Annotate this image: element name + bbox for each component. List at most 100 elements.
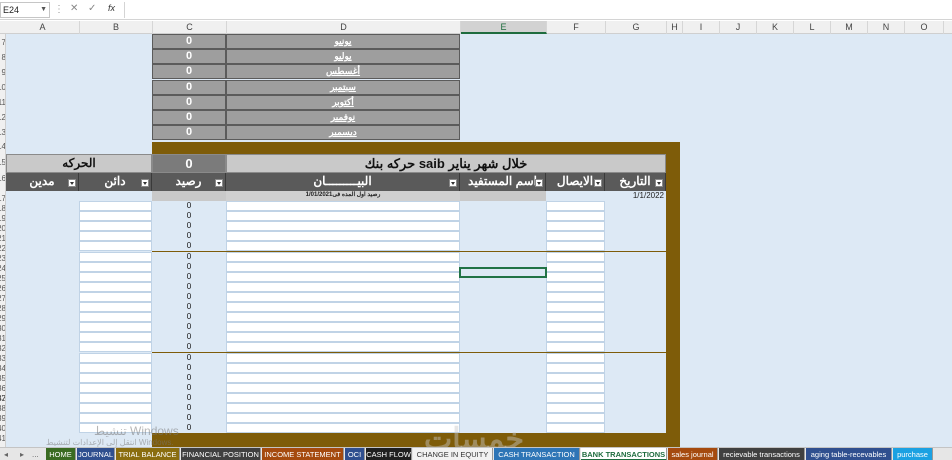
cell[interactable] (6, 413, 79, 424)
title-cell[interactable]: حركه بنك saib خلال شهر يناير (226, 154, 666, 173)
month-value[interactable]: 0 (152, 64, 226, 80)
column-header[interactable]: D (227, 21, 461, 34)
cell[interactable] (605, 352, 666, 363)
header-debit[interactable]: مدين (6, 173, 79, 191)
balance-cell[interactable]: 0 (152, 291, 226, 302)
cell[interactable] (79, 201, 152, 211)
balance-cell[interactable]: 0 (152, 392, 226, 403)
month-name[interactable]: أكتوبر (226, 94, 460, 110)
cell[interactable] (6, 322, 79, 333)
cell[interactable] (546, 342, 605, 353)
cell[interactable] (226, 322, 460, 333)
cell[interactable] (546, 281, 605, 292)
cell[interactable] (605, 413, 666, 424)
cell[interactable] (605, 291, 666, 302)
tab-more-icon[interactable]: ... (32, 448, 39, 460)
balance-cell[interactable]: 0 (152, 261, 226, 272)
cell[interactable] (546, 362, 605, 373)
column-header[interactable]: C (153, 21, 227, 34)
cell[interactable] (546, 372, 605, 383)
cell[interactable] (546, 271, 605, 282)
cell[interactable] (6, 312, 79, 323)
sheet-tab[interactable]: CHANGE IN EQUITY (413, 448, 493, 460)
balance-cell[interactable]: 0 (152, 302, 226, 312)
cell[interactable] (6, 423, 79, 434)
column-header[interactable]: N (868, 21, 905, 34)
balance-cell[interactable]: 0 (152, 241, 226, 252)
month-name[interactable]: سبتمبر (226, 79, 460, 95)
filter-dropdown-icon[interactable] (655, 179, 663, 187)
cell[interactable] (605, 231, 666, 242)
cell[interactable] (79, 291, 152, 302)
cell[interactable] (6, 241, 79, 252)
cell[interactable] (6, 261, 79, 272)
column-header[interactable]: E (461, 21, 547, 34)
cell[interactable] (226, 251, 460, 262)
cell[interactable] (226, 241, 460, 252)
cell[interactable] (460, 352, 546, 363)
worksheet-grid[interactable]: 0 يونيو 0 يوليو 0 أغسطس 0 سبتمبر 0 أكتوبر 0 نوفمبر 0… (6, 34, 952, 447)
cell[interactable] (79, 362, 152, 373)
cell[interactable] (605, 211, 666, 222)
cell[interactable] (546, 403, 605, 413)
cell[interactable] (546, 291, 605, 302)
cell[interactable] (546, 231, 605, 242)
cell[interactable] (226, 372, 460, 383)
movement-label-cell[interactable]: الحركه (6, 154, 152, 173)
cell[interactable] (226, 312, 460, 323)
cell[interactable] (605, 201, 666, 211)
header-credit[interactable]: دائن (79, 173, 152, 191)
cell[interactable] (605, 382, 666, 393)
balance-cell[interactable]: 0 (152, 312, 226, 323)
sheet-tab[interactable]: TRIAL BALANCE (116, 448, 180, 460)
month-value[interactable]: 0 (152, 49, 226, 65)
month-name[interactable]: ديسمبر (226, 125, 460, 141)
tab-prev-icon[interactable]: ◂ (4, 448, 8, 460)
column-header[interactable]: J (720, 21, 757, 34)
month-name[interactable]: يونيو (226, 34, 460, 49)
cell[interactable] (6, 281, 79, 292)
cell[interactable] (79, 302, 152, 312)
filter-dropdown-icon[interactable] (449, 179, 457, 187)
column-header[interactable]: I (683, 21, 720, 34)
cell[interactable] (6, 392, 79, 403)
balance-cell[interactable]: 0 (152, 211, 226, 222)
month-value[interactable]: 0 (152, 125, 226, 141)
cell[interactable] (79, 342, 152, 353)
balance-cell[interactable]: 0 (152, 372, 226, 383)
cell[interactable] (605, 302, 666, 312)
cell[interactable] (605, 332, 666, 343)
month-name[interactable]: يوليو (226, 49, 460, 65)
cell[interactable] (6, 352, 79, 363)
cell[interactable] (226, 281, 460, 292)
name-box[interactable]: E24 ▼ (0, 2, 50, 18)
filter-dropdown-icon[interactable] (215, 179, 223, 187)
month-value[interactable]: 0 (152, 34, 226, 49)
sheet-tab[interactable]: FINANCIAL POSITION (181, 448, 261, 460)
header-description[interactable]: البيـــــــــان (226, 173, 460, 191)
balance-cell[interactable]: 0 (152, 362, 226, 373)
formula-input[interactable] (124, 2, 952, 18)
cell[interactable] (546, 211, 605, 222)
column-header[interactable]: A (6, 21, 80, 34)
cell[interactable] (6, 211, 79, 222)
cell[interactable] (546, 332, 605, 343)
column-header[interactable]: B (80, 21, 153, 34)
sheet-tab[interactable]: purchase (893, 448, 933, 460)
cell[interactable] (460, 312, 546, 323)
cell[interactable] (79, 271, 152, 282)
balance-cell[interactable]: 0 (152, 251, 226, 262)
cell[interactable] (226, 261, 460, 272)
cell[interactable] (226, 352, 460, 363)
cell[interactable] (6, 221, 79, 232)
cell[interactable] (605, 251, 666, 262)
filter-dropdown-icon[interactable] (141, 179, 149, 187)
cell[interactable] (79, 241, 152, 252)
cell[interactable] (79, 281, 152, 292)
balance-cell[interactable]: 0 (152, 271, 226, 282)
cell[interactable] (79, 261, 152, 272)
month-name[interactable]: نوفمبر (226, 110, 460, 125)
sheet-tab[interactable]: aging table-recevables (806, 448, 892, 460)
function-icon[interactable]: fx (108, 3, 115, 13)
header-date[interactable]: التاريخ (605, 173, 666, 191)
